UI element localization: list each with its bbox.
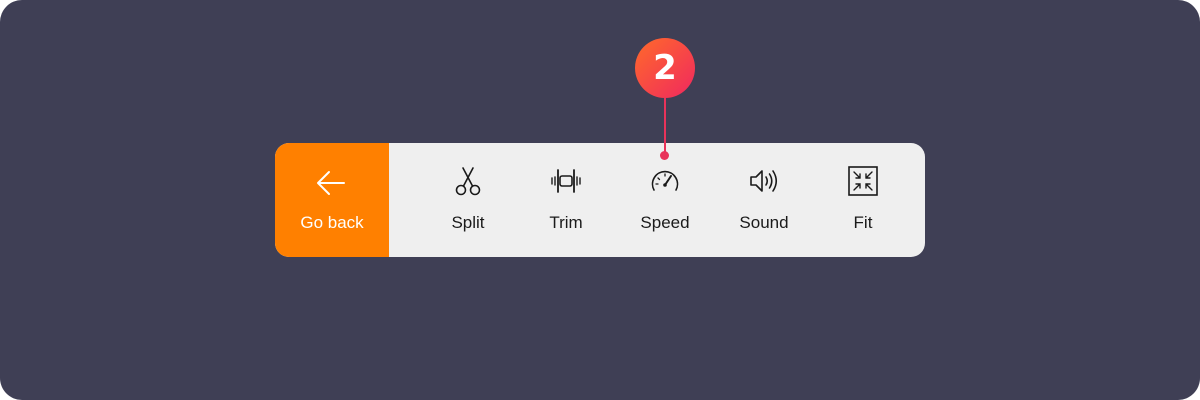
speed-label: Speed [640,213,690,232]
fit-icon [848,166,878,196]
speaker-icon [750,170,778,192]
fit-label: Fit [853,213,873,232]
sound-button[interactable]: Sound [719,143,809,257]
speed-button[interactable]: Speed [620,143,710,257]
go-back-label: Go back [300,213,364,232]
trim-button[interactable]: Trim [521,143,611,257]
speedometer-icon [651,170,679,191]
split-button[interactable]: Split [423,143,513,257]
fit-button[interactable]: Fit [818,143,908,257]
editing-toolbar: Go back Split Trim Speed Sound Fit [275,143,925,257]
arrow-left-icon [317,171,345,195]
callout-connector [664,98,666,154]
scissors-icon [455,167,481,196]
go-back-button[interactable]: Go back [275,143,389,257]
callout-anchor-dot [660,151,669,160]
canvas-background: Go back Split Trim Speed Sound Fit 2 [0,0,1200,400]
sound-label: Sound [739,213,789,232]
callout-badge: 2 [635,38,695,98]
trim-icon [551,169,581,193]
split-label: Split [451,213,485,232]
trim-label: Trim [549,213,583,232]
